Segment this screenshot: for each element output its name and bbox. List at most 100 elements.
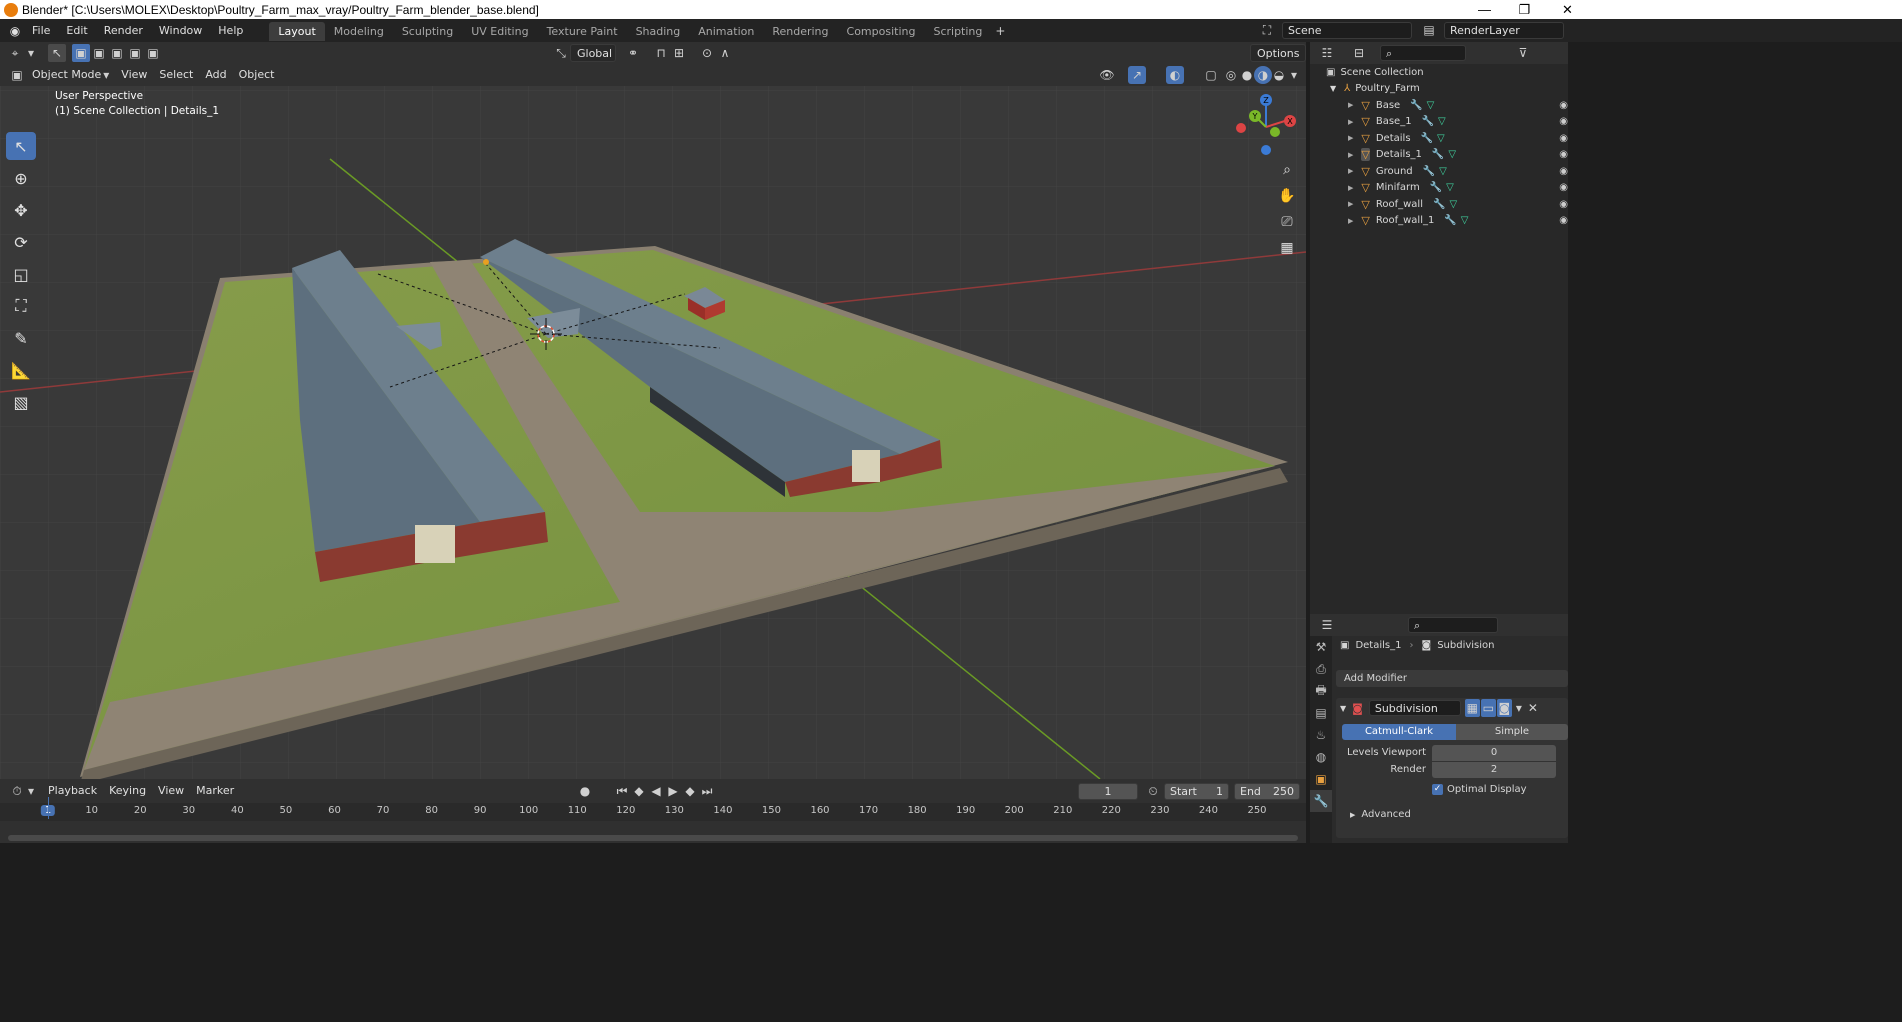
modifier-icon[interactable]: 🔧 [1433, 199, 1445, 210]
viewport-scene[interactable] [0, 42, 1306, 779]
outliner-row-roof-wall-1[interactable]: ▶ ▽ Roof_wall_1 🔧 ▽ ◉ [1310, 213, 1568, 230]
mesh-data-icon[interactable]: ▽ [1438, 116, 1446, 127]
close-button[interactable]: ✕ [1545, 0, 1590, 19]
mode-invert-icon[interactable]: ▣ [126, 44, 144, 62]
visibility-eye-icon[interactable]: ◉ [1559, 166, 1568, 177]
scene-selector[interactable]: Scene [1282, 22, 1412, 39]
expand-arrow-icon[interactable]: ▶ [1348, 151, 1353, 159]
jump-start-icon[interactable]: ⏮ [613, 782, 631, 800]
tab-scripting[interactable]: Scripting [924, 22, 991, 41]
jump-keyframe-back-icon[interactable]: ◆ [630, 782, 648, 800]
viewport-toggle-icon[interactable]: ▭ [1480, 699, 1496, 717]
expand-arrow-icon[interactable]: ▶ [1348, 217, 1353, 225]
outliner-row-details[interactable]: ▶ ▽ Details 🔧 ▽ ◉ [1310, 130, 1568, 147]
tab-tool-icon[interactable]: ⚒ [1310, 636, 1332, 658]
render-toggle-icon[interactable]: ◙ [1496, 699, 1512, 717]
play-reverse-icon[interactable]: ◀ [647, 782, 665, 800]
modifier-name-field[interactable]: Subdivision [1368, 700, 1461, 716]
jump-end-icon[interactable]: ⏭ [698, 782, 716, 800]
menu-select[interactable]: Select [153, 66, 199, 84]
modifier-icon[interactable]: 🔧 [1421, 133, 1433, 144]
start-frame-field[interactable]: Start 1 [1164, 783, 1229, 800]
menu-object[interactable]: Object [233, 66, 281, 84]
outliner-search-input[interactable]: ⌕ [1380, 45, 1466, 61]
visibility-icon[interactable]: 👁 [1098, 66, 1116, 84]
outliner-editor-icon[interactable]: ☷ [1318, 44, 1336, 62]
tab-view-layer-icon[interactable]: ▤ [1310, 702, 1332, 724]
expand-arrow-icon[interactable]: ▶ [1348, 167, 1353, 175]
timeline-editor-dropdown-icon[interactable]: ▾ [26, 782, 36, 800]
add-modifier-button[interactable]: Add Modifier [1336, 670, 1568, 687]
gizmo-neg-x[interactable] [1236, 123, 1246, 133]
timeline-editor-icon[interactable]: ⏱ [8, 782, 26, 800]
add-cube-tool[interactable]: ▧ [6, 388, 36, 416]
measure-tool[interactable]: 📐 [6, 356, 36, 384]
tab-scene-icon[interactable]: ♨ [1310, 724, 1332, 746]
gizmo-toggle-icon[interactable]: ↗ [1128, 66, 1146, 84]
minimize-button[interactable]: — [1462, 0, 1507, 19]
tab-modeling[interactable]: Modeling [325, 22, 393, 41]
snap-icon[interactable]: ⊓ [652, 44, 670, 62]
tab-world-icon[interactable]: ◍ [1310, 746, 1332, 768]
mesh-data-icon[interactable]: ▽ [1439, 166, 1447, 177]
rotate-tool[interactable]: ⟳ [6, 228, 36, 256]
tab-layout[interactable]: Layout [269, 22, 325, 41]
tab-uv-editing[interactable]: UV Editing [462, 22, 537, 41]
pan-hand-icon[interactable]: ✋ [1276, 185, 1298, 207]
advanced-subpanel[interactable]: ▶ Advanced [1350, 809, 1411, 820]
gizmo-neg-y[interactable] [1270, 127, 1280, 137]
timeline-ruler[interactable]: 1102030405060708090100110120130140150160… [0, 803, 1306, 821]
levels-viewport-field[interactable]: 0 [1432, 745, 1556, 761]
menu-file[interactable]: File [24, 19, 58, 42]
menu-playback[interactable]: Playback [42, 782, 103, 800]
tab-compositing[interactable]: Compositing [838, 22, 925, 41]
outliner-row-poultry-farm[interactable]: ▼ ⅄ Poultry_Farm [1310, 81, 1568, 98]
jump-keyframe-forward-icon[interactable]: ◆ [681, 782, 699, 800]
menu-marker[interactable]: Marker [190, 782, 240, 800]
falloff-icon[interactable]: ∧ [716, 44, 734, 62]
object-mode-dropdown[interactable]: Object Mode [26, 66, 107, 84]
filter-icon[interactable]: ⊽ [1514, 44, 1532, 62]
tab-modifier-icon[interactable]: 🔧 [1310, 790, 1332, 812]
outliner-row-details-1[interactable]: ▶ ▽ Details_1 🔧 ▽ ◉ [1310, 147, 1568, 164]
outliner-row-base-1[interactable]: ▶ ▽ Base_1 🔧 ▽ ◉ [1310, 114, 1568, 131]
menu-edit[interactable]: Edit [58, 19, 95, 42]
tab-object-icon[interactable]: ▣ [1310, 768, 1332, 790]
expand-arrow-icon[interactable]: ▶ [1348, 184, 1353, 192]
play-icon[interactable]: ▶ [664, 782, 682, 800]
mesh-data-icon[interactable]: ▽ [1427, 100, 1435, 111]
expand-arrow-icon[interactable]: ▶ [1348, 200, 1353, 208]
gizmo-neg-z[interactable] [1261, 145, 1271, 155]
properties-search-input[interactable]: ⌕ [1408, 617, 1498, 633]
end-frame-field[interactable]: End 250 [1234, 783, 1300, 800]
render-levels-field[interactable]: 2 [1432, 762, 1556, 778]
modifier-remove-icon[interactable]: ✕ [1526, 699, 1540, 717]
preview-range-icon[interactable]: ⏲ [1144, 782, 1162, 800]
timeline-scrollbar[interactable] [8, 835, 1298, 841]
playhead-line[interactable] [48, 797, 49, 819]
visibility-eye-icon[interactable]: ◉ [1559, 116, 1568, 127]
mode-extend-icon[interactable]: ▣ [90, 44, 108, 62]
modifier-icon[interactable]: 🔧 [1444, 215, 1456, 226]
visibility-eye-icon[interactable]: ◉ [1559, 182, 1568, 193]
tab-render-icon[interactable]: ⎙ [1310, 658, 1332, 680]
menu-add[interactable]: Add [199, 66, 232, 84]
visibility-eye-icon[interactable]: ◉ [1559, 149, 1568, 160]
display-mode-icon[interactable]: ⊟ [1350, 44, 1368, 62]
blender-menu-icon[interactable]: ◉ [6, 22, 24, 40]
menu-window[interactable]: Window [151, 19, 210, 42]
modifier-options-icon[interactable]: ▾ [1512, 699, 1526, 717]
current-frame-field[interactable]: 1 [1078, 783, 1138, 800]
modifier-icon[interactable]: 🔧 [1422, 116, 1434, 127]
tab-rendering[interactable]: Rendering [763, 22, 837, 41]
editor-type-dropdown-icon[interactable]: ▾ [24, 44, 38, 62]
mesh-data-icon[interactable]: ▽ [1446, 182, 1454, 193]
maximize-button[interactable]: ❐ [1502, 0, 1547, 19]
move-tool[interactable]: ✥ [6, 196, 36, 224]
transform-tool[interactable]: ⛶ [6, 292, 36, 320]
editor-type-icon[interactable]: ⌖ [6, 44, 24, 62]
camera-icon[interactable]: ⎚ [1276, 211, 1298, 233]
3d-viewport[interactable]: ⌖ ▾ ↖ ▣ ▣ ▣ ▣ ▣ ⤡ Global ⚭ ⊓ ⊞ ⊙ ∧ Optio… [0, 42, 1306, 779]
visibility-eye-icon[interactable]: ◉ [1559, 215, 1568, 226]
menu-timeline-view[interactable]: View [152, 782, 190, 800]
